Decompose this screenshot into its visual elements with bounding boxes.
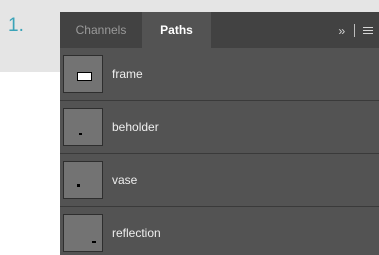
rectangle-thumbnail-icon xyxy=(77,72,92,81)
tab-paths[interactable]: Paths xyxy=(142,12,211,48)
path-row-frame[interactable]: frame xyxy=(60,48,379,101)
paths-panel: Channels Paths ›› frame beholder vase re… xyxy=(60,12,379,255)
panel-tab-bar: Channels Paths ›› xyxy=(60,12,379,48)
path-row-vase[interactable]: vase xyxy=(60,154,379,207)
path-list: frame beholder vase reflection xyxy=(60,48,379,255)
path-thumbnail xyxy=(63,55,103,93)
path-thumbnail xyxy=(63,161,103,199)
path-name: beholder xyxy=(112,120,159,134)
step-number: 1. xyxy=(8,15,24,36)
path-name: vase xyxy=(112,173,138,187)
path-thumbnail xyxy=(63,108,103,146)
path-name: frame xyxy=(112,67,143,81)
small-dot-thumbnail-icon xyxy=(77,184,80,187)
hamburger-menu-icon[interactable] xyxy=(363,25,373,36)
small-dash-thumbnail-icon xyxy=(92,241,96,243)
path-row-beholder[interactable]: beholder xyxy=(60,101,379,154)
small-dot-thumbnail-icon xyxy=(79,133,82,135)
panel-controls: ›› xyxy=(338,12,373,48)
double-chevron-right-icon[interactable]: ›› xyxy=(338,13,345,49)
tab-channels[interactable]: Channels xyxy=(60,12,142,48)
path-name: reflection xyxy=(112,226,161,240)
controls-divider xyxy=(353,24,355,38)
path-row-reflection[interactable]: reflection xyxy=(60,207,379,255)
path-thumbnail xyxy=(63,214,103,252)
